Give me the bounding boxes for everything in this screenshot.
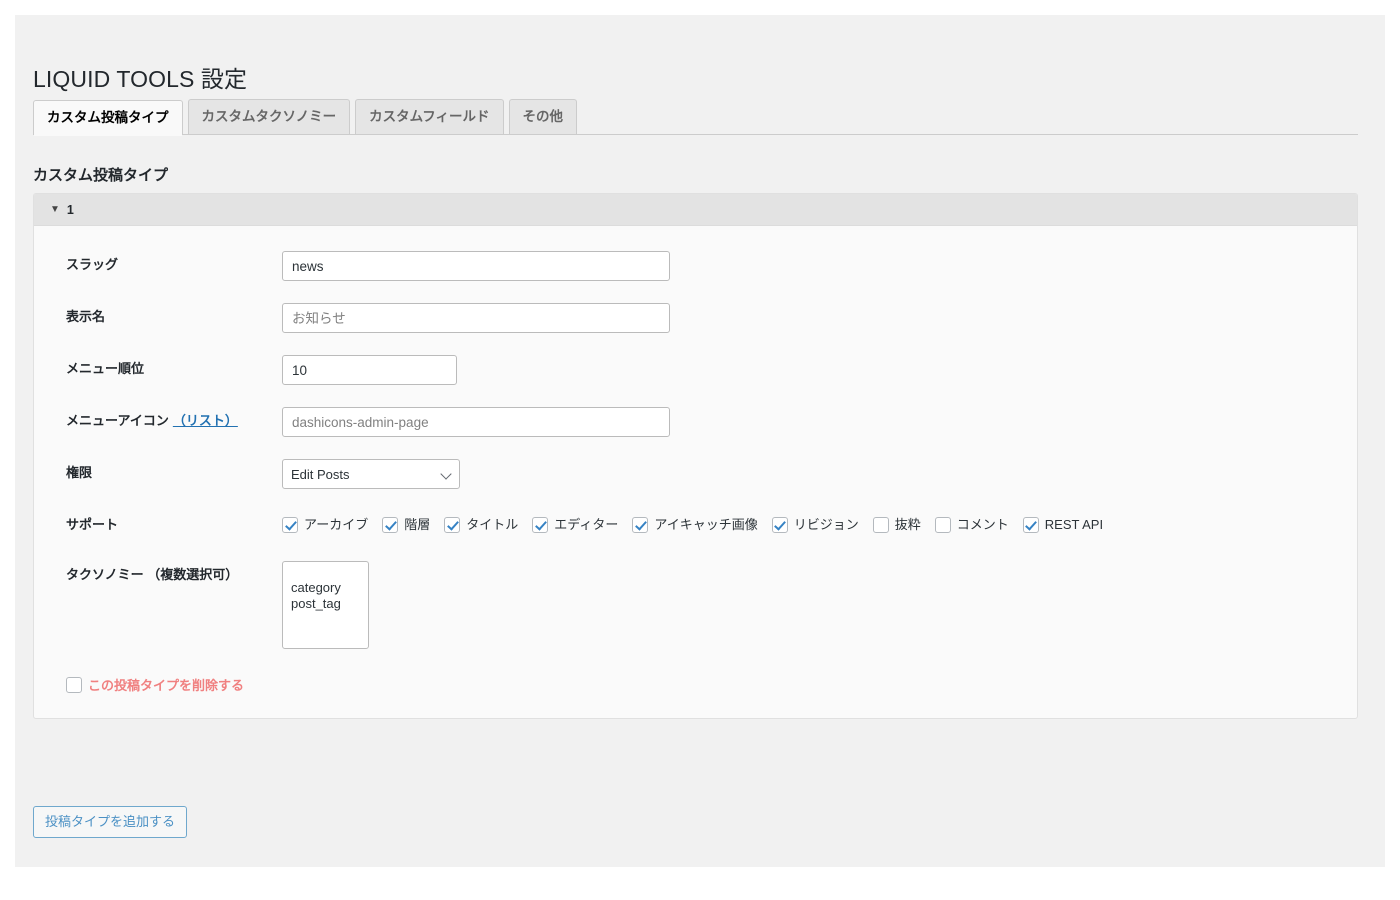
menu-icon-label: メニューアイコン （リスト） — [34, 407, 282, 435]
tab-custom-field[interactable]: カスタムフィールド — [355, 99, 503, 134]
checkbox-label: エディター — [554, 511, 618, 539]
supports-label: サポート — [34, 511, 282, 539]
checkbox-item-archive[interactable]: アーカイブ — [282, 511, 368, 539]
capability-label: 権限 — [34, 459, 282, 487]
slug-label: スラッグ — [34, 251, 282, 279]
checkbox-icon[interactable] — [532, 517, 548, 533]
field-row-slug: スラッグ — [34, 240, 1357, 292]
admin-canvas: LIQUID TOOLS 設定 カスタム投稿タイプ カスタムタクソノミー カスタ… — [15, 15, 1385, 867]
checkbox-item-rest-api[interactable]: REST API — [1023, 511, 1103, 539]
checkbox-icon[interactable] — [935, 517, 951, 533]
menu-order-input[interactable] — [282, 355, 457, 385]
panel-index-label: 1 — [67, 203, 74, 217]
post-type-panel: ▼ 1 スラッグ 表示名 メニュー順位 — [33, 193, 1358, 719]
page-title: LIQUID TOOLS 設定 — [33, 60, 247, 94]
checkbox-item-thumbnail[interactable]: アイキャッチ画像 — [632, 511, 757, 539]
checkbox-label: タイトル — [466, 511, 518, 539]
checkbox-item-revisions[interactable]: リビジョン — [772, 511, 859, 539]
field-row-display-name: 表示名 — [34, 292, 1357, 344]
tab-custom-post-type[interactable]: カスタム投稿タイプ — [33, 100, 183, 135]
supports-checkbox-group: アーカイブ 階層 タイトル — [282, 511, 1357, 539]
checkbox-item-hierarchical[interactable]: 階層 — [382, 511, 430, 539]
tab-other[interactable]: その他 — [509, 99, 578, 134]
taxonomy-option-post-tag: post_tag — [289, 596, 364, 612]
chevron-down-icon: ▼ — [50, 205, 60, 215]
menu-order-label: メニュー順位 — [34, 355, 282, 383]
delete-post-type-label: この投稿タイプを削除する — [88, 675, 244, 694]
field-row-capability: 権限 Edit Posts — [34, 448, 1357, 500]
screen: LIQUID TOOLS 設定 カスタム投稿タイプ カスタムタクソノミー カスタ… — [0, 0, 1400, 900]
checkbox-icon[interactable] — [632, 517, 648, 533]
checkbox-item-delete-post-type[interactable]: この投稿タイプを削除する — [66, 675, 244, 694]
checkbox-label: REST API — [1045, 511, 1103, 539]
checkbox-item-comments[interactable]: コメント — [935, 511, 1009, 539]
taxonomy-label: タクソノミー （複数選択可） — [34, 561, 282, 589]
checkbox-label: アーカイブ — [304, 511, 368, 539]
checkbox-icon[interactable] — [444, 517, 460, 533]
checkbox-label: 階層 — [404, 511, 430, 539]
checkbox-icon[interactable] — [772, 517, 788, 533]
field-row-taxonomy: タクソノミー （複数選択可） category post_tag — [34, 550, 1357, 661]
checkbox-item-title[interactable]: タイトル — [444, 511, 518, 539]
taxonomy-multiselect[interactable]: category post_tag — [282, 561, 369, 649]
checkbox-icon[interactable] — [382, 517, 398, 533]
menu-icon-label-text: メニューアイコン — [66, 413, 169, 428]
tab-bar: カスタム投稿タイプ カスタムタクソノミー カスタムフィールド その他 — [33, 99, 1358, 135]
checkbox-item-editor[interactable]: エディター — [532, 511, 618, 539]
panel-toggle-header[interactable]: ▼ 1 — [34, 194, 1357, 226]
capability-select-wrapper: Edit Posts — [282, 459, 460, 489]
capability-select[interactable]: Edit Posts — [282, 459, 460, 489]
menu-icon-input[interactable] — [282, 407, 670, 437]
field-row-supports: サポート アーカイブ 階層 — [34, 500, 1357, 550]
checkbox-label: アイキャッチ画像 — [654, 511, 757, 539]
checkbox-label: コメント — [957, 511, 1009, 539]
checkbox-label: 抜粋 — [895, 511, 921, 539]
slug-input[interactable] — [282, 251, 670, 281]
display-name-input[interactable] — [282, 303, 670, 333]
checkbox-icon[interactable] — [873, 517, 889, 533]
checkbox-icon[interactable] — [282, 517, 298, 533]
field-row-menu-icon: メニューアイコン （リスト） — [34, 396, 1357, 448]
taxonomy-option-category: category — [289, 580, 364, 596]
delete-post-type-row: この投稿タイプを削除する — [34, 661, 1357, 712]
tab-custom-taxonomy[interactable]: カスタムタクソノミー — [188, 99, 351, 134]
checkbox-item-excerpt[interactable]: 抜粋 — [873, 511, 921, 539]
field-row-menu-order: メニュー順位 — [34, 344, 1357, 396]
checkbox-icon[interactable] — [66, 677, 82, 693]
menu-icon-list-link[interactable]: （リスト） — [173, 413, 238, 428]
display-name-label: 表示名 — [34, 303, 282, 331]
section-heading: カスタム投稿タイプ — [33, 164, 168, 185]
checkbox-label: リビジョン — [794, 511, 859, 539]
panel-body: スラッグ 表示名 メニュー順位 — [34, 226, 1357, 718]
add-post-type-button[interactable]: 投稿タイプを追加する — [33, 806, 187, 838]
checkbox-icon[interactable] — [1023, 517, 1039, 533]
